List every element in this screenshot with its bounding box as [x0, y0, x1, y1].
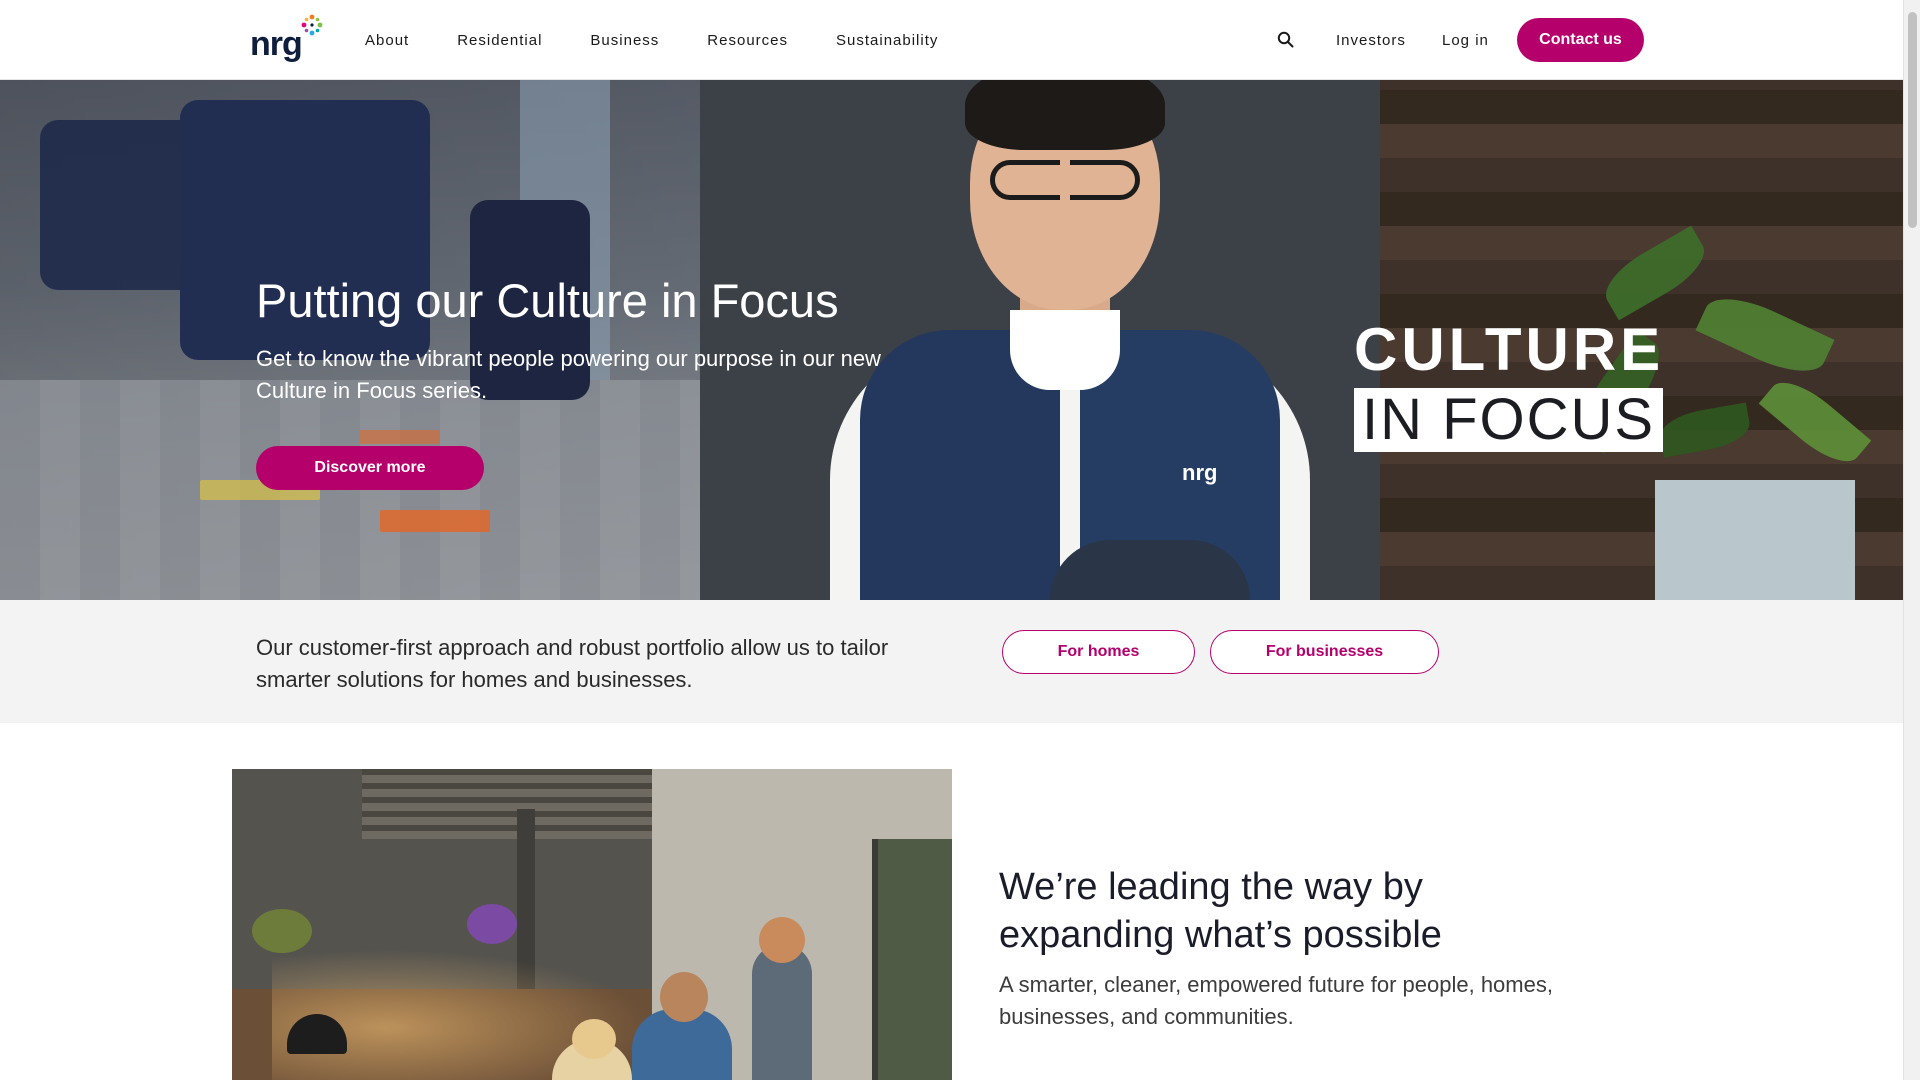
- site-header: nrg About Residential Business Resources…: [0, 0, 1903, 80]
- nav-sustainability[interactable]: Sustainability: [836, 32, 938, 49]
- hero-planter: [1655, 480, 1855, 600]
- person-knee: [1050, 540, 1250, 600]
- for-homes-button[interactable]: For homes: [1002, 630, 1195, 674]
- hero-title: Putting our Culture in Focus: [256, 274, 839, 327]
- logo-wordmark: nrg: [250, 25, 303, 63]
- solutions-band: Our customer-first approach and robust p…: [0, 600, 1903, 723]
- vest-logo: nrg: [1182, 460, 1218, 485]
- search-icon[interactable]: [1276, 30, 1296, 50]
- photo-flowers: [467, 904, 517, 944]
- feature-subtitle: A smarter, cleaner, empowered future for…: [999, 972, 1553, 1029]
- hero-subtitle: Get to know the vibrant people powering …: [256, 346, 881, 403]
- person-collar: [1010, 310, 1120, 390]
- photo-girl-head: [572, 1019, 616, 1059]
- hero-floor-marker: [360, 430, 440, 444]
- nav-resources[interactable]: Resources: [707, 32, 788, 49]
- hero-floor-marker: [380, 510, 490, 532]
- photo-hanging-plant: [252, 909, 312, 953]
- main-nav: About Residential Business Resources Sus…: [365, 0, 986, 80]
- badge-in-focus-text: IN FOCUS: [1354, 388, 1664, 452]
- band-text: Our customer-first approach and robust p…: [256, 635, 889, 692]
- page-scrollbar[interactable]: [1903, 0, 1920, 1080]
- contact-us-button[interactable]: Contact us: [1517, 18, 1644, 62]
- person-hair: [965, 80, 1165, 150]
- photo-boy: [752, 944, 812, 1080]
- photo-boy-head: [759, 917, 805, 963]
- scrollbar-thumb[interactable]: [1908, 12, 1917, 228]
- spark-icon: [301, 14, 323, 36]
- investors-link[interactable]: Investors: [1336, 0, 1406, 80]
- photo-slats: [362, 769, 652, 839]
- feature-title: We’re leading the way by expanding what’…: [999, 866, 1442, 956]
- nrg-logo[interactable]: nrg: [250, 13, 324, 63]
- for-businesses-button[interactable]: For businesses: [1210, 630, 1439, 674]
- photo-father-head: [660, 972, 708, 1022]
- photo-window: [872, 839, 952, 1080]
- nav-residential[interactable]: Residential: [457, 32, 542, 49]
- badge-culture-text: CULTURE: [1354, 316, 1665, 383]
- discover-more-button[interactable]: Discover more: [256, 446, 484, 490]
- login-link[interactable]: Log in: [1442, 0, 1489, 80]
- hero-floor: [0, 380, 780, 600]
- hero-person: nrg: [750, 80, 1370, 600]
- culture-in-focus-badge: CULTURE IN FOCUS: [1354, 320, 1664, 452]
- person-glasses: [990, 160, 1140, 200]
- nav-about[interactable]: About: [365, 32, 409, 49]
- nav-business[interactable]: Business: [590, 32, 659, 49]
- hero-banner: nrg Putting our Culture in Focus Get to …: [0, 80, 1903, 600]
- family-photo: [232, 769, 952, 1080]
